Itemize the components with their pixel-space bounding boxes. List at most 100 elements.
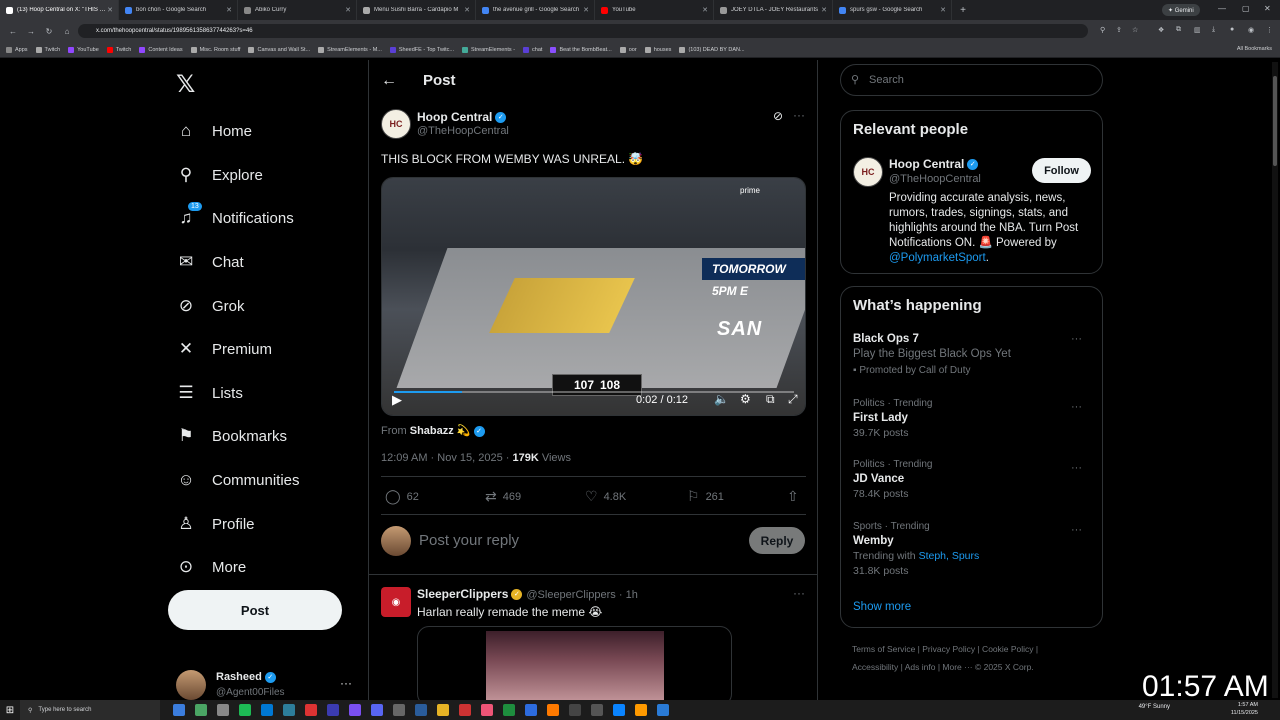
footer-links[interactable]: Terms of Service | Privacy Policy | Cook… [852, 640, 1112, 658]
video-progress-bar[interactable] [394, 391, 794, 393]
grok-icon[interactable]: ⊘ [773, 109, 783, 123]
all-bookmarks-button[interactable]: All Bookmarks [1237, 46, 1272, 52]
forward-icon[interactable]: → [26, 27, 36, 36]
taskbar-app-icon[interactable] [217, 704, 229, 716]
account-switcher[interactable]: Rasheed ✓ @Agent00Files ··· [176, 670, 356, 700]
taskbar-app-icon[interactable] [327, 704, 339, 716]
more-options-icon[interactable]: ··· [793, 108, 805, 122]
bookmark-item[interactable]: Misc. Room stuff [190, 46, 240, 53]
bookmark-item[interactable]: Content Ideas [139, 46, 183, 53]
trend-links[interactable]: Steph, Spurs [919, 550, 980, 562]
nav-item-bookmarks[interactable]: ⚑ Bookmarks [176, 421, 287, 451]
sidebar-icon[interactable]: ▥ [1194, 26, 1201, 34]
tray-clock[interactable]: 1:57 AM 11/15/2025 [1231, 701, 1258, 717]
bookmark-item[interactable]: StreamElements - M... [318, 46, 382, 53]
x-logo-icon[interactable]: 𝕏 [176, 70, 195, 99]
person-avatar[interactable]: HC [853, 157, 883, 187]
more-options-icon[interactable]: ··· [1071, 524, 1082, 536]
browser-tab[interactable]: Abiko Curry ✕ [238, 0, 357, 20]
nav-item-chat[interactable]: ✉ Chat [176, 247, 244, 277]
footer-links[interactable]: Accessibility | Ads info | More ··· © 20… [852, 658, 1112, 676]
share-icon[interactable]: ⇪ [1116, 26, 1122, 34]
zoom-icon[interactable]: ⚲ [1100, 26, 1105, 34]
gemini-icon[interactable]: ◉ [1248, 26, 1254, 34]
nav-item-more[interactable]: ⊙ More [176, 552, 246, 582]
more-options-icon[interactable]: ··· [1071, 401, 1082, 413]
taskbar-app-icon[interactable] [371, 704, 383, 716]
comment-media[interactable] [417, 626, 732, 706]
taskbar-app-icon[interactable] [459, 704, 471, 716]
author-handle[interactable]: @TheHoopCentral [417, 125, 509, 137]
nav-item-premium[interactable]: ✕ Premium [176, 334, 272, 364]
bookmark-item[interactable]: chat [523, 46, 542, 53]
trend-item[interactable]: Politics · Trending First Lady 39.7K pos… [853, 398, 1093, 439]
browser-tab[interactable]: bon chon - Google Search ✕ [119, 0, 238, 20]
taskbar-app-icon[interactable] [393, 704, 405, 716]
author-name[interactable]: Hoop Central ✓ [417, 110, 507, 124]
taskbar-app-icon[interactable] [547, 704, 559, 716]
author-avatar[interactable]: HC [381, 109, 411, 139]
tab-close-icon[interactable]: ✕ [940, 6, 946, 14]
bookmark-star-icon[interactable]: ☆ [1132, 26, 1138, 34]
menu-dots-icon[interactable]: ⋮ [1266, 26, 1273, 34]
taskbar-app-icon[interactable] [283, 704, 295, 716]
browser-tab[interactable]: JOEY DTLA - JOEY Restaurants ✕ [714, 0, 833, 20]
browser-tab[interactable]: YouTube ✕ [595, 0, 714, 20]
nav-item-profile[interactable]: ♙ Profile [176, 509, 254, 539]
taskbar-app-icon[interactable] [305, 704, 317, 716]
nav-item-lists[interactable]: ☰ Lists [176, 378, 242, 408]
taskbar-app-icon[interactable] [239, 704, 251, 716]
bookmark-item[interactable]: StreamElements - [462, 46, 515, 53]
nav-item-explore[interactable]: ⚲ Explore [176, 160, 263, 190]
maximize-icon[interactable]: ▢ [1242, 4, 1250, 13]
bookmark-item[interactable]: oor [619, 46, 637, 53]
show-more-link[interactable]: Show more [853, 601, 911, 613]
tab-close-icon[interactable]: ✕ [583, 6, 589, 14]
reply-input[interactable]: Post your reply [419, 532, 519, 549]
taskbar-app-icon[interactable] [261, 704, 273, 716]
source-name[interactable]: Shabazz 💫 [410, 425, 471, 437]
puzzle-icon[interactable]: ⧉ [1176, 26, 1181, 34]
search-input[interactable]: ⚲ Search [840, 64, 1103, 96]
more-options-icon[interactable]: ··· [1071, 333, 1082, 345]
video-player[interactable]: TOMORROW 5PM E SAN prime 107 108 ▶ 0:02 … [381, 177, 806, 416]
tab-close-icon[interactable]: ✕ [821, 6, 827, 14]
taskbar-search[interactable]: ⚲ Type here to search [20, 700, 160, 720]
reply-button[interactable]: Reply [749, 527, 805, 554]
tab-close-icon[interactable]: ✕ [464, 6, 470, 14]
tab-close-icon[interactable]: ✕ [345, 6, 351, 14]
browser-tab[interactable]: the avenue grill - Google Search ✕ [476, 0, 595, 20]
more-options-icon[interactable]: ··· [340, 676, 352, 690]
taskbar-app-icon[interactable] [173, 704, 185, 716]
scrollbar-thumb[interactable] [1273, 76, 1277, 166]
scrollbar[interactable] [1272, 62, 1278, 698]
follow-button[interactable]: Follow [1032, 158, 1091, 183]
bio-link[interactable]: @PolymarketSport [889, 252, 986, 264]
fullscreen-icon[interactable]: ⤢ [788, 392, 798, 407]
bookmark-item[interactable]: Twitch [106, 46, 131, 53]
bookmark-item[interactable]: Twitch [35, 46, 60, 53]
taskbar-app-icon[interactable] [657, 704, 669, 716]
taskbar-app-icon[interactable] [349, 704, 361, 716]
comment-avatar[interactable]: ◉ [381, 587, 411, 617]
repost-action[interactable]: ⇄ 469 [485, 488, 521, 505]
trend-item[interactable]: Black Ops 7 Play the Biggest Black Ops Y… [853, 333, 1093, 376]
taskbar-app-icon[interactable] [613, 704, 625, 716]
nav-item-home[interactable]: ⌂ Home [176, 116, 252, 146]
tab-close-icon[interactable]: ✕ [226, 6, 232, 14]
back-icon[interactable]: ← [8, 27, 18, 36]
new-tab-button[interactable]: + [956, 5, 970, 16]
browser-tab[interactable]: spurs gsw - Google Search ✕ [833, 0, 952, 20]
comment-author[interactable]: SleeperClippers ✓ @SleeperClippers · 1h [417, 587, 638, 601]
bookmark-item[interactable]: Apps [6, 46, 28, 53]
tab-close-icon[interactable]: ✕ [107, 6, 113, 14]
bookmark-item[interactable]: YouTube [68, 46, 99, 53]
bookmark-item[interactable]: Canvas and Wall St... [248, 46, 310, 53]
taskbar-app-icon[interactable] [503, 704, 515, 716]
nav-item-grok[interactable]: ⊘ Grok [176, 291, 245, 321]
person-handle[interactable]: @TheHoopCentral [889, 173, 981, 185]
home-icon[interactable]: ⌂ [62, 27, 72, 36]
gemini-button[interactable]: ✦ Gemini [1162, 4, 1200, 16]
bookmark-item[interactable]: houses [644, 46, 671, 53]
taskbar-app-icon[interactable] [437, 704, 449, 716]
